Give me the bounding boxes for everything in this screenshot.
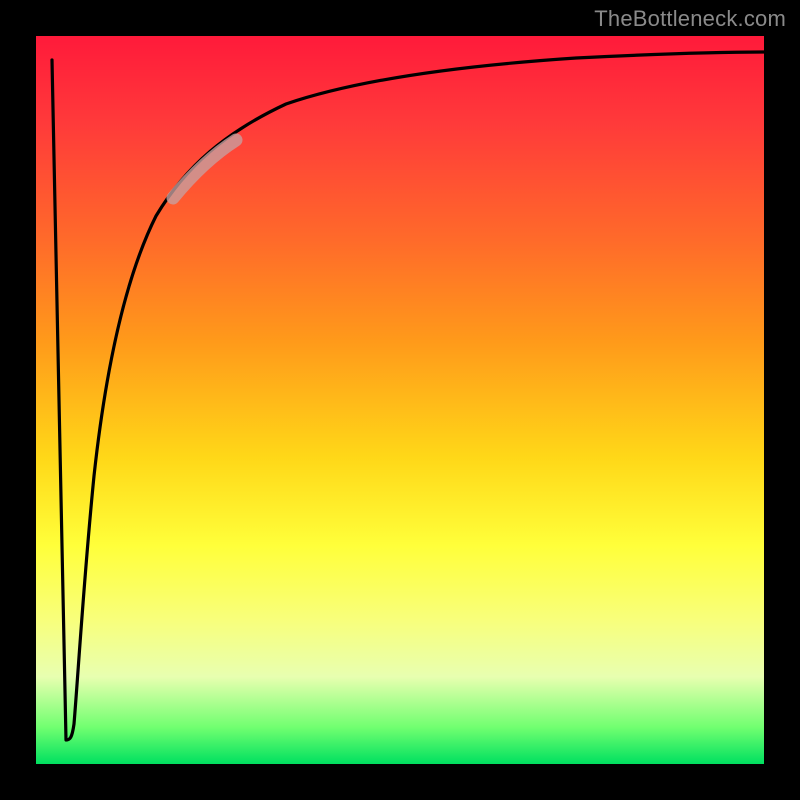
- watermark-text: TheBottleneck.com: [594, 6, 786, 32]
- frame-right: [764, 0, 800, 800]
- chart-stage: TheBottleneck.com: [0, 0, 800, 800]
- chart-svg: [36, 36, 764, 764]
- frame-left: [0, 0, 36, 800]
- curve-highlight-band: [173, 140, 236, 198]
- bottleneck-curve: [52, 52, 764, 740]
- frame-bottom: [0, 764, 800, 800]
